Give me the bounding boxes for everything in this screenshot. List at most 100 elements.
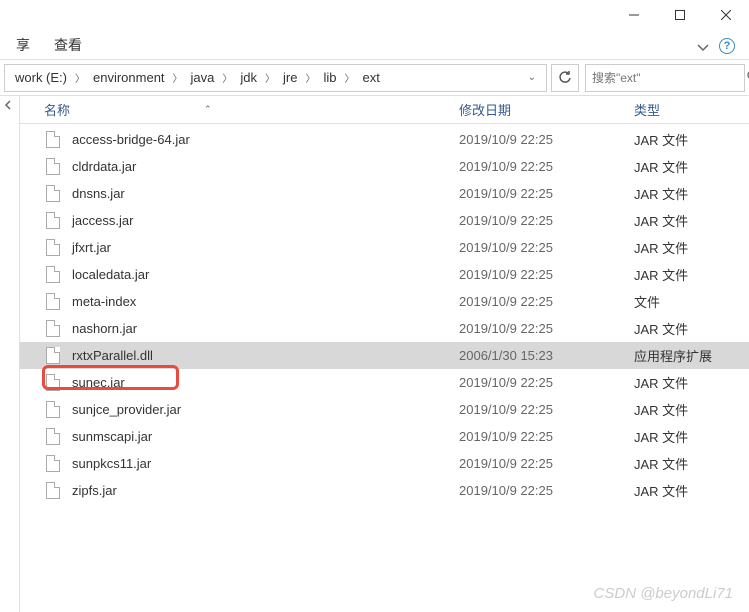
file-date: 2019/10/9 22:25 (459, 240, 634, 255)
file-list: access-bridge-64.jar2019/10/9 22:25JAR 文… (20, 124, 749, 504)
file-row[interactable]: jfxrt.jar2019/10/9 22:25JAR 文件 (20, 234, 749, 261)
breadcrumb-item[interactable]: ext (357, 68, 386, 87)
maximize-button[interactable] (657, 0, 703, 30)
chevron-right-icon: 〉 (303, 70, 317, 85)
file-row[interactable]: meta-index2019/10/9 22:25文件 (20, 288, 749, 315)
file-row[interactable]: sunjce_provider.jar2019/10/9 22:25JAR 文件 (20, 396, 749, 423)
file-type: JAR 文件 (634, 211, 749, 230)
file-type: JAR 文件 (634, 400, 749, 419)
breadcrumb-item[interactable]: java (185, 68, 221, 87)
file-icon (44, 481, 62, 501)
chevron-right-icon: 〉 (263, 70, 277, 85)
file-date: 2019/10/9 22:25 (459, 294, 634, 309)
file-name: dnsns.jar (72, 186, 459, 201)
file-name: sunjce_provider.jar (72, 402, 459, 417)
watermark: CSDN @beyondLi71 (594, 585, 733, 602)
file-row[interactable]: nashorn.jar2019/10/9 22:25JAR 文件 (20, 315, 749, 342)
file-type: JAR 文件 (634, 157, 749, 176)
column-date[interactable]: 修改日期 (459, 100, 634, 119)
nav-pane-collapsed (0, 96, 20, 612)
file-date: 2019/10/9 22:25 (459, 321, 634, 336)
file-icon (44, 157, 62, 177)
breadcrumb-item[interactable]: lib (317, 68, 342, 87)
file-icon (44, 211, 62, 231)
file-date: 2019/10/9 22:25 (459, 483, 634, 498)
file-date: 2019/10/9 22:25 (459, 429, 634, 444)
file-icon (44, 454, 62, 474)
file-list-area: 名称 ⌃ 修改日期 类型 access-bridge-64.jar2019/10… (20, 96, 749, 612)
file-type: JAR 文件 (634, 454, 749, 473)
refresh-button[interactable] (551, 64, 579, 92)
minimize-button[interactable] (611, 0, 657, 30)
chevron-right-icon: 〉 (73, 70, 87, 85)
nav-chevron-icon[interactable] (0, 96, 19, 117)
file-name: jaccess.jar (72, 213, 459, 228)
file-name: cldrdata.jar (72, 159, 459, 174)
menu-share[interactable]: 享 (4, 31, 42, 59)
file-row[interactable]: jaccess.jar2019/10/9 22:25JAR 文件 (20, 207, 749, 234)
breadcrumb-item[interactable]: work (E:) (9, 68, 73, 87)
file-name: zipfs.jar (72, 483, 459, 498)
file-icon (44, 184, 62, 204)
nav-bar: work (E:)〉environment〉java〉jdk〉jre〉lib〉e… (0, 60, 749, 96)
file-date: 2006/1/30 15:23 (459, 348, 634, 363)
file-row[interactable]: access-bridge-64.jar2019/10/9 22:25JAR 文… (20, 126, 749, 153)
chevron-right-icon: 〉 (220, 70, 234, 85)
column-name[interactable]: 名称 ⌃ (44, 100, 459, 119)
file-name: access-bridge-64.jar (72, 132, 459, 147)
column-headers: 名称 ⌃ 修改日期 类型 (20, 96, 749, 124)
file-icon (44, 238, 62, 258)
chevron-right-icon: 〉 (343, 70, 357, 85)
ribbon-expand-icon[interactable] (697, 40, 709, 55)
file-type: JAR 文件 (634, 427, 749, 446)
file-type: JAR 文件 (634, 184, 749, 203)
breadcrumb-dropdown-icon[interactable]: ⌄ (528, 72, 536, 83)
breadcrumb-item[interactable]: jre (277, 68, 303, 87)
file-row[interactable]: sunpkcs11.jar2019/10/9 22:25JAR 文件 (20, 450, 749, 477)
file-row[interactable]: sunec.jar2019/10/9 22:25JAR 文件 (20, 369, 749, 396)
sort-indicator-icon: ⌃ (204, 104, 212, 115)
help-icon[interactable]: ? (719, 38, 735, 54)
file-row[interactable]: rxtxParallel.dll2006/1/30 15:23应用程序扩展 (20, 342, 749, 369)
file-type: JAR 文件 (634, 481, 749, 500)
file-date: 2019/10/9 22:25 (459, 267, 634, 282)
file-icon (44, 346, 62, 366)
file-date: 2019/10/9 22:25 (459, 213, 634, 228)
close-button[interactable] (703, 0, 749, 30)
file-type: JAR 文件 (634, 265, 749, 284)
breadcrumb-item[interactable]: environment (87, 68, 171, 87)
file-date: 2019/10/9 22:25 (459, 159, 634, 174)
file-icon (44, 400, 62, 420)
breadcrumb-item[interactable]: jdk (234, 68, 263, 87)
file-date: 2019/10/9 22:25 (459, 402, 634, 417)
file-row[interactable]: zipfs.jar2019/10/9 22:25JAR 文件 (20, 477, 749, 504)
file-icon (44, 265, 62, 285)
file-name: jfxrt.jar (72, 240, 459, 255)
file-icon (44, 373, 62, 393)
file-row[interactable]: cldrdata.jar2019/10/9 22:25JAR 文件 (20, 153, 749, 180)
file-name: nashorn.jar (72, 321, 459, 336)
window-title-bar (0, 0, 749, 30)
menu-bar: 享 查看 ? (0, 30, 749, 60)
file-name: rxtxParallel.dll (72, 348, 459, 363)
search-input[interactable] (592, 71, 747, 85)
file-type: JAR 文件 (634, 319, 749, 338)
file-date: 2019/10/9 22:25 (459, 456, 634, 471)
menu-view[interactable]: 查看 (42, 31, 94, 59)
file-date: 2019/10/9 22:25 (459, 186, 634, 201)
file-name: localedata.jar (72, 267, 459, 282)
file-name: meta-index (72, 294, 459, 309)
file-row[interactable]: sunmscapi.jar2019/10/9 22:25JAR 文件 (20, 423, 749, 450)
column-type[interactable]: 类型 (634, 100, 749, 119)
file-row[interactable]: localedata.jar2019/10/9 22:25JAR 文件 (20, 261, 749, 288)
search-box[interactable] (585, 64, 745, 92)
file-name: sunpkcs11.jar (72, 456, 459, 471)
address-bar[interactable]: work (E:)〉environment〉java〉jdk〉jre〉lib〉e… (4, 64, 547, 92)
file-icon (44, 292, 62, 312)
file-date: 2019/10/9 22:25 (459, 132, 634, 147)
chevron-right-icon: 〉 (171, 70, 185, 85)
column-name-label: 名称 (44, 100, 70, 119)
file-name: sunmscapi.jar (72, 429, 459, 444)
file-name: sunec.jar (72, 375, 459, 390)
file-row[interactable]: dnsns.jar2019/10/9 22:25JAR 文件 (20, 180, 749, 207)
